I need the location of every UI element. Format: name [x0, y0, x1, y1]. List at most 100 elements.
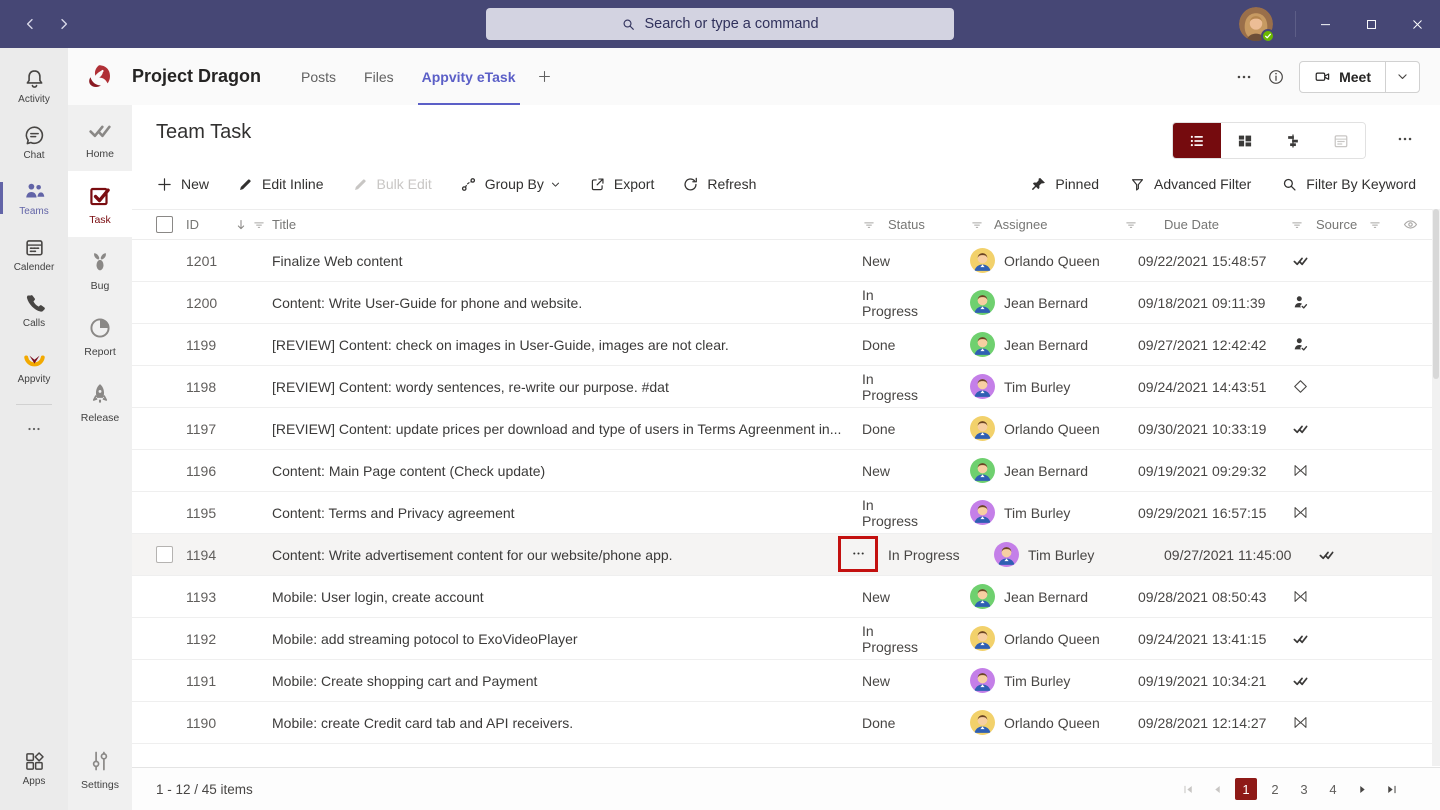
page-next-button[interactable]: [1351, 778, 1373, 800]
view-gantt-button[interactable]: [1269, 123, 1317, 158]
rail-item-calendar[interactable]: Calender: [0, 226, 68, 282]
task-due-date: 09/18/2021 09:11:39: [1138, 294, 1266, 311]
rail-item-teams[interactable]: Teams: [0, 170, 68, 226]
forward-icon[interactable]: [56, 16, 72, 32]
page-first-button[interactable]: [1177, 778, 1199, 800]
rail-item-apps[interactable]: Apps: [0, 740, 68, 796]
task-title[interactable]: Content: Write advertisement content for…: [272, 547, 862, 563]
task-title[interactable]: [REVIEW] Content: wordy sentences, re-wr…: [272, 379, 862, 395]
refresh-button[interactable]: Refresh: [682, 176, 756, 193]
page-number-4[interactable]: 4: [1322, 778, 1344, 800]
sidenav-item-settings[interactable]: Settings: [68, 736, 132, 802]
maximize-button[interactable]: [1348, 0, 1394, 48]
filter-icon[interactable]: [970, 218, 994, 232]
rail-more-button[interactable]: [26, 421, 42, 442]
scrollbar-thumb[interactable]: [1433, 209, 1439, 379]
page-number-2[interactable]: 2: [1264, 778, 1286, 800]
sidenav-item-task[interactable]: Task: [68, 171, 132, 237]
meet-dropdown-button[interactable]: [1385, 61, 1419, 92]
task-assignee: Tim Burley: [994, 542, 1124, 567]
pin-icon: [1030, 176, 1047, 193]
user-avatar[interactable]: [1239, 7, 1275, 43]
row-more-button[interactable]: [843, 540, 873, 567]
column-visibility-eye-icon[interactable]: [1392, 216, 1428, 233]
task-title[interactable]: [REVIEW] Content: update prices per down…: [272, 421, 862, 437]
tab-posts[interactable]: Posts: [287, 48, 350, 105]
task-source-icon: [1290, 588, 1316, 605]
page-number-3[interactable]: 3: [1293, 778, 1315, 800]
filter-icon[interactable]: [862, 218, 888, 232]
task-title[interactable]: Mobile: create Credit card tab and API r…: [272, 715, 862, 731]
close-button[interactable]: [1394, 0, 1440, 48]
advanced-filter-button[interactable]: Advanced Filter: [1129, 176, 1251, 193]
tab-files[interactable]: Files: [350, 48, 408, 105]
table-row[interactable]: 1195 Content: Terms and Privacy agreemen…: [132, 492, 1440, 534]
view-calendar-button[interactable]: [1317, 123, 1365, 158]
table-row[interactable]: 1198 [REVIEW] Content: wordy sentences, …: [132, 366, 1440, 408]
add-tab-button[interactable]: [530, 62, 560, 92]
meet-button[interactable]: Meet: [1300, 62, 1385, 92]
page-prev-button[interactable]: [1206, 778, 1228, 800]
table-footer: 1 - 12 / 45 items 1 2 3 4: [132, 767, 1440, 810]
bulk-edit-button[interactable]: Bulk Edit: [352, 176, 432, 193]
page-last-button[interactable]: [1380, 778, 1402, 800]
back-icon[interactable]: [22, 16, 38, 32]
table-row[interactable]: 1199 [REVIEW] Content: check on images i…: [132, 324, 1440, 366]
table-row[interactable]: 1192 Mobile: add streaming potocol to Ex…: [132, 618, 1440, 660]
view-board-button[interactable]: [1221, 123, 1269, 158]
group-by-button[interactable]: Group By: [460, 176, 561, 193]
task-id: 1201: [186, 252, 218, 269]
search-input[interactable]: Search or type a command: [486, 8, 954, 40]
sidenav-item-release[interactable]: Release: [68, 369, 132, 435]
select-all-checkbox[interactable]: [156, 216, 173, 233]
minimize-button[interactable]: [1302, 0, 1348, 48]
filter-icon[interactable]: [1368, 218, 1392, 232]
table-row[interactable]: 1197 [REVIEW] Content: update prices per…: [132, 408, 1440, 450]
task-assignee: Jean Bernard: [970, 458, 1088, 483]
task-title[interactable]: Content: Terms and Privacy agreement: [272, 505, 862, 521]
row-checkbox[interactable]: [156, 546, 173, 563]
view-more-button[interactable]: [1396, 130, 1414, 153]
sort-desc-icon[interactable]: [234, 218, 248, 232]
filter-by-keyword-button[interactable]: Filter By Keyword: [1281, 176, 1416, 193]
view-list-button[interactable]: [1173, 123, 1221, 158]
table-row[interactable]: 1194 Content: Write advertisement conten…: [132, 534, 1440, 576]
task-title[interactable]: [REVIEW] Content: check on images in Use…: [272, 337, 862, 353]
sidenav-item-home[interactable]: Home: [68, 105, 132, 171]
page-number-1[interactable]: 1: [1235, 778, 1257, 800]
table-row[interactable]: 1191 Mobile: Create shopping cart and Pa…: [132, 660, 1440, 702]
bug-icon: [87, 249, 113, 275]
filter-icon[interactable]: [252, 218, 266, 232]
task-title[interactable]: Mobile: add streaming potocol to ExoVide…: [272, 631, 862, 647]
table-row[interactable]: 1201 Finalize Web content New Orlando Qu…: [132, 240, 1440, 282]
task-title[interactable]: Mobile: Create shopping cart and Payment: [272, 673, 862, 689]
tab-appvity-etask[interactable]: Appvity eTask: [408, 48, 530, 105]
filter-icon[interactable]: [1290, 218, 1316, 232]
channel-more-button[interactable]: [1235, 68, 1253, 86]
task-title[interactable]: Content: Write User-Guide for phone and …: [272, 295, 862, 311]
sidenav-item-report[interactable]: Report: [68, 303, 132, 369]
sidenav-item-bug[interactable]: Bug: [68, 237, 132, 303]
new-button[interactable]: New: [156, 176, 209, 193]
assignee-avatar: [970, 626, 995, 651]
table-row[interactable]: 1193 Mobile: User login, create account …: [132, 576, 1440, 618]
table-scrollbar[interactable]: [1432, 209, 1440, 766]
rail-item-calls[interactable]: Calls: [0, 282, 68, 338]
pinned-button[interactable]: Pinned: [1030, 176, 1099, 193]
table-row[interactable]: 1190 Mobile: create Credit card tab and …: [132, 702, 1440, 744]
rail-item-appvity[interactable]: Appvity: [0, 338, 68, 394]
table-row[interactable]: 1196 Content: Main Page content (Check u…: [132, 450, 1440, 492]
rail-item-activity[interactable]: Activity: [0, 58, 68, 114]
table-row[interactable]: 1200 Content: Write User-Guide for phone…: [132, 282, 1440, 324]
task-assignee: Orlando Queen: [970, 416, 1100, 441]
task-due-date: 09/24/2021 13:41:15: [1138, 630, 1267, 647]
task-title[interactable]: Content: Main Page content (Check update…: [272, 463, 862, 479]
task-title[interactable]: Mobile: User login, create account: [272, 589, 862, 605]
filter-icon[interactable]: [1124, 218, 1150, 232]
edit-inline-button[interactable]: Edit Inline: [237, 176, 324, 193]
col-id: ID: [186, 217, 199, 232]
rail-item-chat[interactable]: Chat: [0, 114, 68, 170]
channel-info-button[interactable]: [1267, 68, 1285, 86]
export-button[interactable]: Export: [589, 176, 654, 193]
task-title[interactable]: Finalize Web content: [272, 253, 862, 269]
